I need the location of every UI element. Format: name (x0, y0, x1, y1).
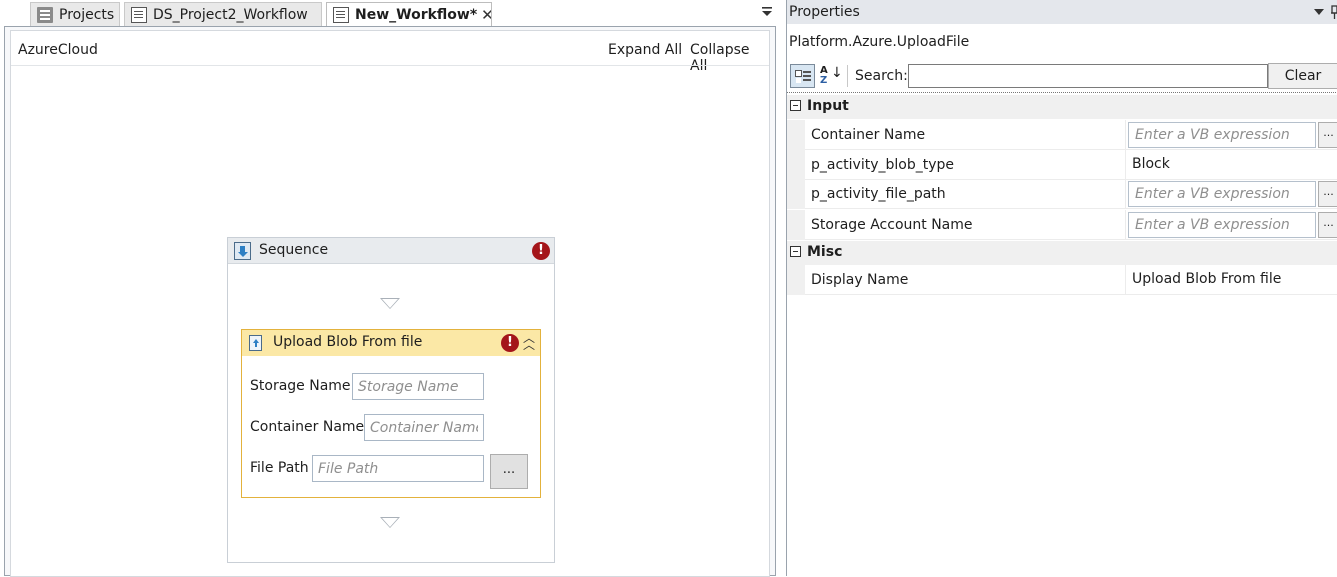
display-name-value[interactable]: Upload Blob From file (1132, 271, 1281, 287)
properties-titlebar: Properties (787, 0, 1337, 24)
sequence-icon (234, 242, 251, 260)
sequence-activity[interactable]: Sequence ! Upload Blob From file ! ︿ ︿ St… (227, 237, 555, 563)
property-row-storage-account-name[interactable]: Storage Account Name ... (787, 210, 1337, 240)
properties-panel: Properties Platform.Azure.UploadFile A Z… (786, 0, 1337, 576)
document-icon (333, 6, 349, 23)
property-row-file-path[interactable]: p_activity_file_path ... (787, 179, 1337, 209)
tab-list-dropdown-icon[interactable] (760, 5, 774, 19)
expression-editor-button[interactable]: ... (1318, 122, 1337, 148)
project-icon (37, 6, 53, 23)
property-row-blob-type[interactable]: p_activity_blob_type Block (787, 150, 1337, 180)
panel-dropdown-icon[interactable] (1313, 6, 1325, 18)
property-name: p_activity_file_path (811, 186, 946, 202)
search-label: Search: (855, 68, 908, 84)
properties-title: Properties (789, 4, 860, 20)
collapse-toggle-icon[interactable] (790, 246, 801, 257)
categorized-view-icon[interactable] (790, 64, 815, 88)
property-grid: Input Container Name ... p_activity_blob… (787, 92, 1337, 576)
workflow-designer: AzureCloud Expand All Collapse All Seque… (4, 26, 776, 577)
activity-header[interactable]: Upload Blob From file ! ︿ ︿ (242, 330, 540, 356)
container-name-label: Container Name (250, 419, 365, 435)
container-name-input[interactable] (364, 414, 484, 441)
storage-name-label: Storage Name (250, 378, 351, 394)
category-name: Misc (807, 244, 843, 260)
drop-target-arrow-icon[interactable] (380, 517, 400, 528)
category-name: Input (807, 98, 849, 114)
search-input[interactable] (908, 64, 1268, 88)
property-name: p_activity_blob_type (811, 157, 954, 173)
toolbar-separator (847, 65, 848, 87)
tab-label: DS_Project2_Workflow (153, 6, 308, 23)
property-name: Storage Account Name (811, 217, 973, 233)
collapse-all-link[interactable]: Collapse All (690, 42, 769, 74)
sort-letter-z: Z (820, 75, 828, 86)
container-name-expression-input[interactable] (1128, 122, 1316, 148)
file-path-label: File Path (250, 460, 309, 476)
pin-icon[interactable] (1331, 4, 1337, 20)
activity-title: Upload Blob From file (273, 334, 423, 350)
category-misc[interactable]: Misc (787, 241, 1337, 265)
blob-type-value[interactable]: Block (1132, 156, 1170, 172)
tab-ds-project2-workflow[interactable]: DS_Project2_Workflow (124, 2, 322, 26)
document-tab-strip: Projects DS_Project2_Workflow New_Workfl… (0, 0, 786, 26)
expression-editor-button[interactable]: ... (1318, 212, 1337, 238)
error-icon[interactable]: ! (532, 242, 550, 260)
storage-name-input[interactable] (352, 373, 484, 400)
upload-icon (249, 335, 262, 351)
error-icon[interactable]: ! (501, 334, 519, 352)
properties-toolbar: A Z ↓ Search: Clear (787, 62, 1337, 90)
tab-label: Projects (59, 6, 115, 23)
close-icon[interactable]: ✕ (481, 6, 491, 24)
sequence-title: Sequence (259, 242, 329, 258)
expression-editor-button[interactable]: ... (1318, 181, 1337, 207)
selected-type-name: Platform.Azure.UploadFile (789, 34, 970, 50)
document-icon (131, 6, 147, 23)
browse-file-button[interactable]: ... (490, 454, 528, 489)
property-name: Container Name (811, 127, 926, 143)
alphabetical-sort-icon[interactable]: A Z ↓ (818, 64, 843, 88)
file-path-expression-input[interactable] (1128, 181, 1316, 207)
storage-account-expression-input[interactable] (1128, 212, 1316, 238)
drop-target-arrow-icon[interactable] (380, 298, 400, 309)
collapse-toggle-icon[interactable] (790, 100, 801, 111)
property-row-display-name[interactable]: Display Name Upload Blob From file (787, 265, 1337, 295)
sequence-header[interactable]: Sequence ! (228, 238, 554, 264)
file-path-input[interactable] (312, 455, 484, 482)
breadcrumb[interactable]: AzureCloud (18, 42, 98, 58)
property-row-container-name[interactable]: Container Name ... (787, 120, 1337, 150)
collapse-chevron-icon[interactable]: ︿ ︿ (521, 332, 537, 353)
tab-projects[interactable]: Projects (30, 2, 120, 26)
header-divider (11, 65, 769, 66)
upload-blob-activity[interactable]: Upload Blob From file ! ︿ ︿ Storage Name … (241, 329, 541, 498)
clear-button[interactable]: Clear (1268, 63, 1337, 89)
designer-canvas: AzureCloud Expand All Collapse All Seque… (10, 30, 770, 577)
tab-new-workflow[interactable]: New_Workflow* ✕ (326, 2, 492, 26)
expand-all-link[interactable]: Expand All (608, 42, 682, 58)
property-name: Display Name (811, 272, 909, 288)
tab-label: New_Workflow* (355, 6, 478, 23)
category-input[interactable]: Input (787, 95, 1337, 119)
